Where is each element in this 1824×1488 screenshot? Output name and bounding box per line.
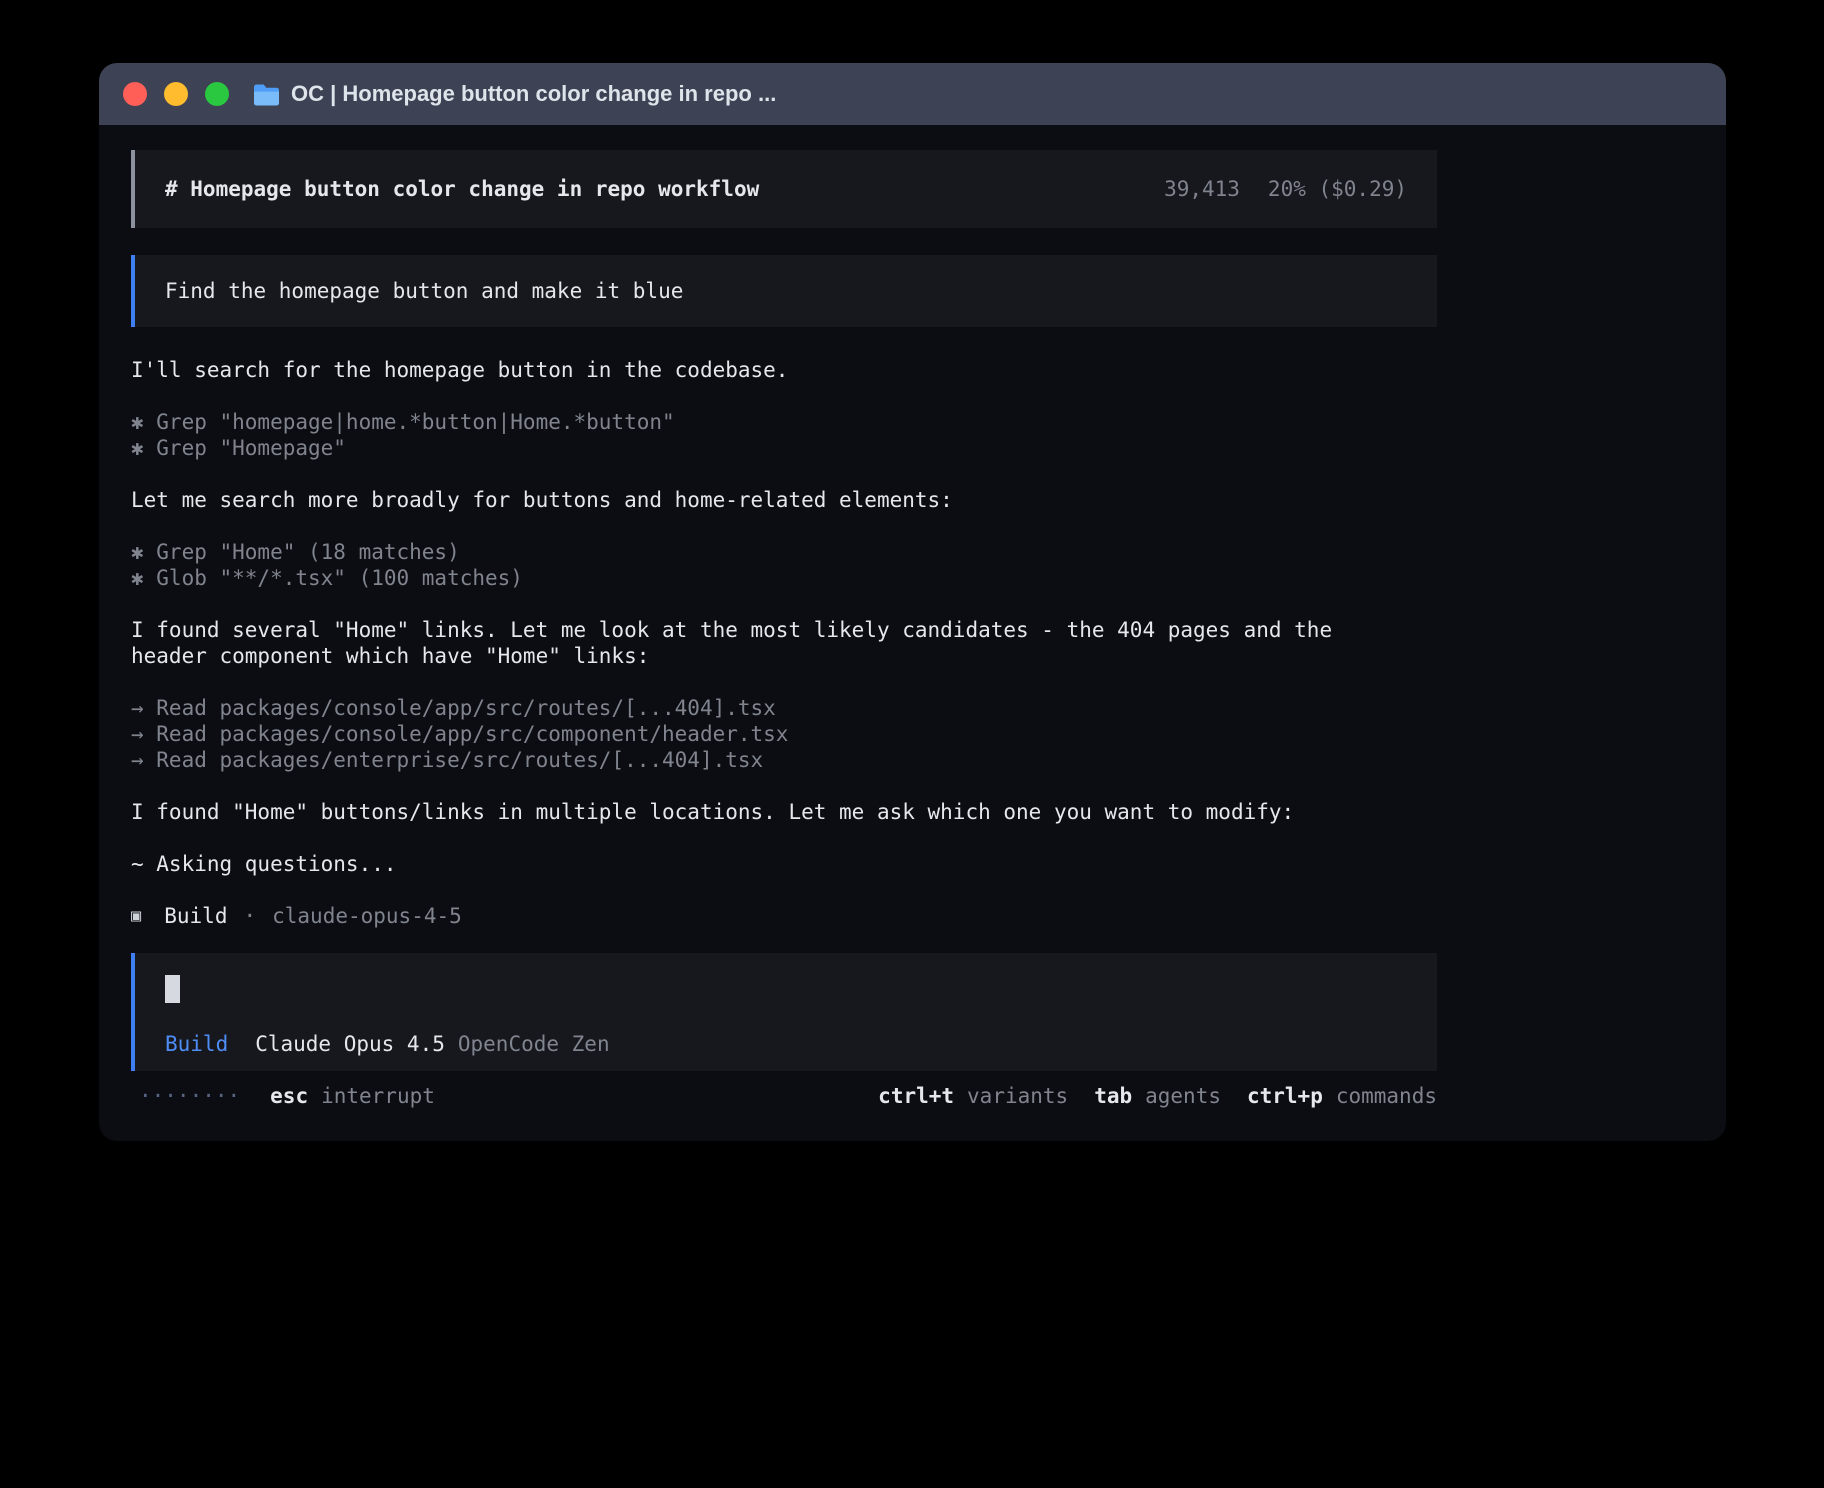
assistant-text: Let me search more broadly for buttons a… xyxy=(131,487,1694,513)
model-selector-line: Build Claude Opus 4.5 OpenCode Zen xyxy=(165,1031,1407,1057)
read-call-line: → Read packages/console/app/src/componen… xyxy=(131,721,1694,747)
shortcut-label: agents xyxy=(1145,1083,1221,1109)
user-message-text: Find the homepage button and make it blu… xyxy=(165,278,683,304)
esc-key-label: interrupt xyxy=(321,1083,435,1109)
model-provider: OpenCode Zen xyxy=(458,1031,610,1057)
folder-icon xyxy=(253,83,280,106)
status-left: ········ esc interrupt xyxy=(131,1083,435,1109)
session-header: # Homepage button color change in repo w… xyxy=(131,150,1437,228)
window-titlebar[interactable]: OC | Homepage button color change in rep… xyxy=(99,63,1726,125)
shortcut-label: commands xyxy=(1336,1083,1437,1109)
esc-key-hint: esc xyxy=(270,1083,308,1109)
status-bar: ········ esc interrupt ctrl+t variants t… xyxy=(131,1083,1437,1109)
assistant-text: I found "Home" buttons/links in multiple… xyxy=(131,799,1694,825)
grep-call-line: ✱ Grep "Home" (18 matches) xyxy=(131,539,1694,565)
agent-name: Build xyxy=(164,903,227,929)
shortcut-variants: ctrl+t variants xyxy=(878,1083,1068,1109)
session-title: # Homepage button color change in repo w… xyxy=(165,176,759,202)
assistant-text-line: header component which have "Home" links… xyxy=(131,643,1694,669)
agent-mode[interactable]: Build xyxy=(165,1031,228,1057)
session-stats: 39,413 20% ($0.29) xyxy=(1164,176,1407,202)
agent-status-line: ▣ Build · claude-opus-4-5 xyxy=(131,903,1694,929)
read-call-line: → Read packages/console/app/src/routes/[… xyxy=(131,695,1694,721)
glob-call-line: ✱ Glob "**/*.tsx" (100 matches) xyxy=(131,565,1694,591)
grep-call-line: ✱ Grep "Homepage" xyxy=(131,435,1694,461)
read-call-line: → Read packages/enterprise/src/routes/[.… xyxy=(131,747,1694,773)
assistant-text: I'll search for the homepage button in t… xyxy=(131,357,1694,383)
prompt-input[interactable]: Build Claude Opus 4.5 OpenCode Zen xyxy=(131,953,1437,1071)
minimize-button[interactable] xyxy=(164,82,188,106)
agent-separator: · xyxy=(243,903,256,929)
shortcut-label: variants xyxy=(967,1083,1068,1109)
zoom-button[interactable] xyxy=(205,82,229,106)
context-usage: 20% ($0.29) xyxy=(1268,176,1407,202)
shortcut-commands: ctrl+p commands xyxy=(1247,1083,1437,1109)
grep-call-line: ✱ Grep "homepage|home.*button|Home.*butt… xyxy=(131,409,1694,435)
user-message: Find the homepage button and make it blu… xyxy=(131,255,1437,327)
asking-status: ~ Asking questions... xyxy=(131,851,1694,877)
window-title-group: OC | Homepage button color change in rep… xyxy=(253,81,776,107)
token-count: 39,413 xyxy=(1164,176,1240,202)
shortcut-key: ctrl+t xyxy=(878,1083,954,1109)
traffic-lights xyxy=(123,82,229,106)
shortcut-agents: tab agents xyxy=(1094,1083,1221,1109)
assistant-text-line: I found several "Home" links. Let me loo… xyxy=(131,617,1694,643)
text-cursor xyxy=(165,975,180,1003)
close-button[interactable] xyxy=(123,82,147,106)
terminal-content: # Homepage button color change in repo w… xyxy=(99,125,1726,1109)
tool-call-group: ✱ Grep "homepage|home.*button|Home.*butt… xyxy=(131,409,1694,461)
agent-model: claude-opus-4-5 xyxy=(272,903,462,929)
shortcut-key: tab xyxy=(1094,1083,1132,1109)
spinner-dots: ········ xyxy=(139,1083,240,1109)
assistant-text: I found several "Home" links. Let me loo… xyxy=(131,617,1694,669)
status-right: ctrl+t variants tab agents ctrl+p comman… xyxy=(878,1083,1437,1109)
tool-call-group: → Read packages/console/app/src/routes/[… xyxy=(131,695,1694,773)
shortcut-key: ctrl+p xyxy=(1247,1083,1323,1109)
window-title: OC | Homepage button color change in rep… xyxy=(291,81,776,107)
tool-call-group: ✱ Grep "Home" (18 matches) ✱ Glob "**/*.… xyxy=(131,539,1694,591)
model-name[interactable]: Claude Opus 4.5 xyxy=(255,1031,445,1057)
agent-icon: ▣ xyxy=(131,903,141,929)
terminal-window: OC | Homepage button color change in rep… xyxy=(99,63,1726,1141)
